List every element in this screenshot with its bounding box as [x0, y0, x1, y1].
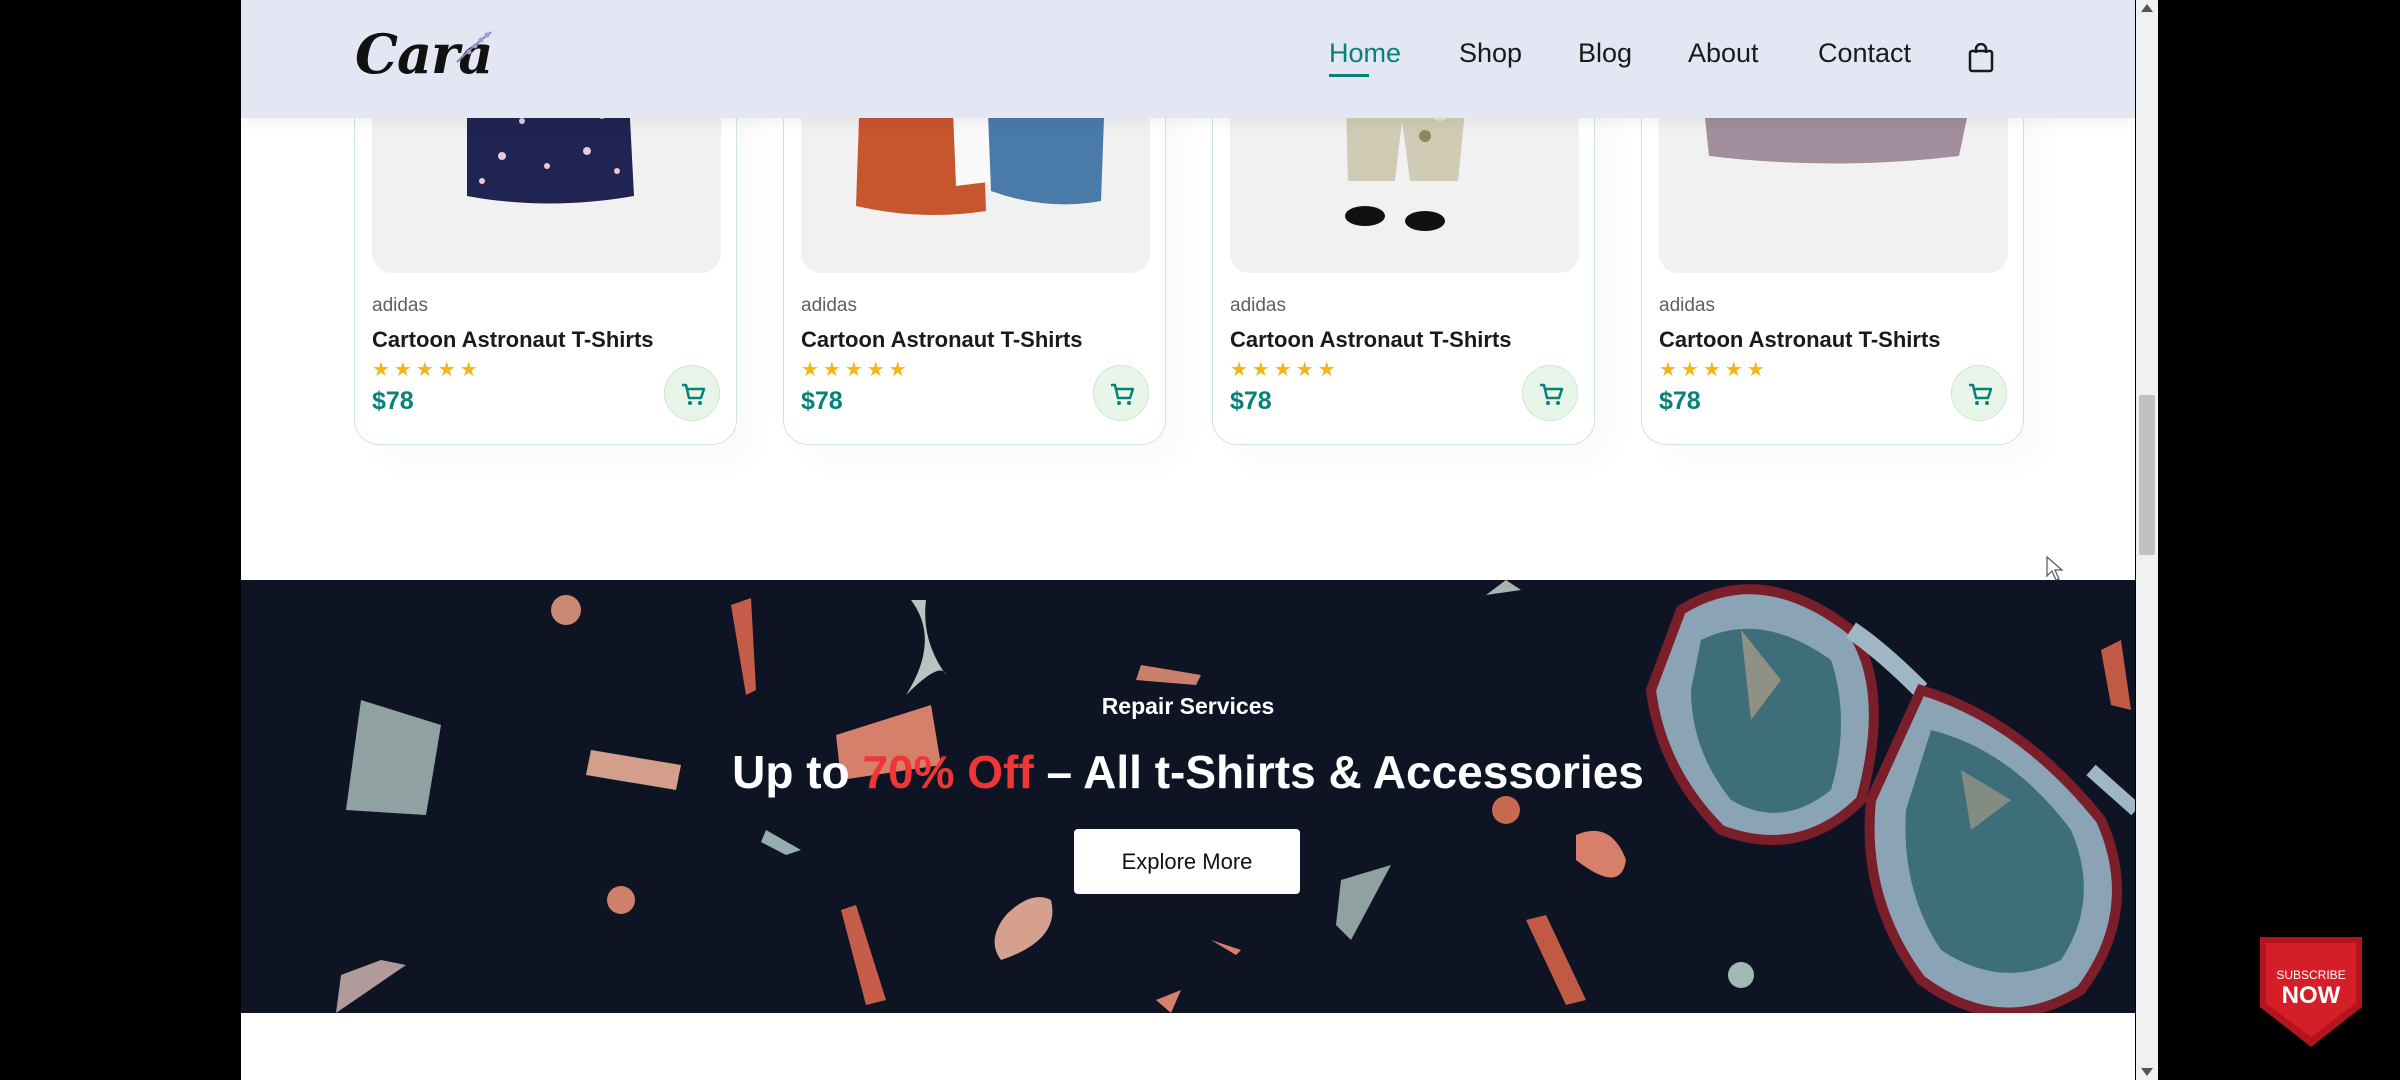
nav-link-blog[interactable]: Blog	[1578, 38, 1632, 69]
mouse-pointer-icon	[2046, 556, 2064, 581]
subscribe-now-badge[interactable]: SUBSCRIBE NOW	[2256, 937, 2366, 1049]
cart-icon	[1540, 383, 1564, 405]
headline-highlight: 70% Off	[862, 746, 1034, 798]
banner-headline: Up to 70% Off – All t-Shirts & Accessori…	[241, 745, 2135, 799]
nav-link-contact[interactable]: Contact	[1818, 38, 1911, 69]
add-to-cart-button[interactable]	[1093, 365, 1149, 421]
star-rating: ★★★★★	[372, 357, 482, 381]
nav-link-about[interactable]: About	[1688, 38, 1759, 69]
scroll-down-arrow[interactable]	[2141, 1068, 2153, 1076]
cart-icon	[1969, 383, 1993, 405]
star-rating: ★★★★★	[1659, 357, 1769, 381]
product-title[interactable]: Cartoon Astronaut T-Shirts	[1230, 327, 1512, 353]
add-to-cart-button[interactable]	[1522, 365, 1578, 421]
headline-prefix: Up to	[732, 746, 863, 798]
product-price: $78	[1659, 387, 1701, 415]
product-title[interactable]: Cartoon Astronaut T-Shirts	[372, 327, 654, 353]
headline-suffix: – All t-Shirts & Accessories	[1033, 746, 1644, 798]
product-brand: adidas	[1230, 295, 1286, 316]
scroll-up-arrow[interactable]	[2141, 4, 2153, 12]
scrollbar-thumb[interactable]	[2139, 395, 2155, 555]
product-price: $78	[372, 387, 414, 415]
product-price: $78	[1230, 387, 1272, 415]
product-brand: adidas	[372, 295, 428, 316]
add-to-cart-button[interactable]	[664, 365, 720, 421]
star-rating: ★★★★★	[1230, 357, 1340, 381]
product-title[interactable]: Cartoon Astronaut T-Shirts	[1659, 327, 1941, 353]
add-to-cart-button[interactable]	[1951, 365, 2007, 421]
shopping-bag-icon[interactable]	[1968, 43, 1994, 73]
cart-icon	[1111, 383, 1135, 405]
banner-tagline: Repair Services	[1101, 693, 1275, 719]
nav-link-shop[interactable]: Shop	[1459, 38, 1522, 69]
product-title[interactable]: Cartoon Astronaut T-Shirts	[801, 327, 1083, 353]
nav-link-home[interactable]: Home	[1329, 38, 1401, 69]
explore-more-button[interactable]: Explore More	[1074, 829, 1300, 894]
star-rating: ★★★★★	[801, 357, 911, 381]
promo-banner: Repair Services Up to 70% Off – All t-Sh…	[241, 580, 2135, 1013]
nav-active-underline	[1329, 74, 1369, 77]
product-brand: adidas	[801, 295, 857, 316]
page-viewport: adidas Cartoon Astronaut T-Shirts ★★★★★ …	[241, 0, 2135, 1080]
product-brand: adidas	[1659, 295, 1715, 316]
cart-icon	[682, 383, 706, 405]
subscribe-line1: SUBSCRIBE	[2276, 968, 2345, 982]
site-header: Cara Home Shop Blog About Contact	[241, 0, 2135, 118]
vertical-scrollbar[interactable]	[2136, 0, 2158, 1080]
product-price: $78	[801, 387, 843, 415]
main-nav: Home Shop Blog About Contact	[241, 0, 2135, 118]
subscribe-line2: NOW	[2282, 982, 2341, 1009]
